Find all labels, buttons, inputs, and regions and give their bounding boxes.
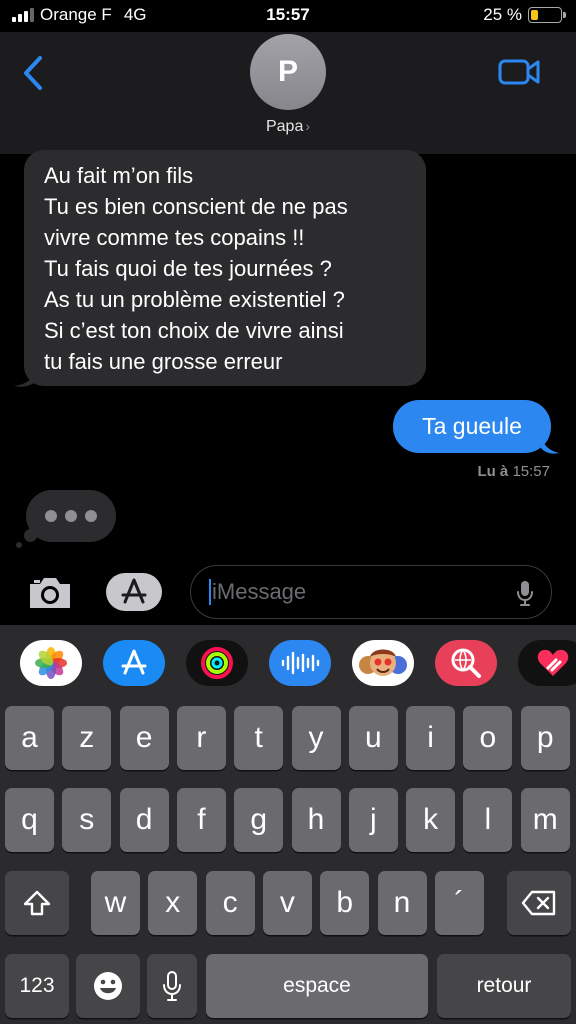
message-line: vivre comme tes copains !! bbox=[44, 225, 305, 250]
message-line: As tu un problème existentiel ? bbox=[44, 287, 345, 312]
battery-percent: 25 % bbox=[483, 5, 522, 24]
typing-dot bbox=[85, 510, 97, 522]
contact-avatar[interactable]: P bbox=[250, 34, 326, 110]
conversation-header: P Papa › bbox=[0, 32, 576, 154]
memoji-button[interactable] bbox=[352, 640, 414, 686]
app-store-icon bbox=[121, 578, 147, 604]
return-key[interactable]: retour bbox=[437, 954, 571, 1018]
key-m[interactable]: m bbox=[520, 788, 570, 852]
web-search-button[interactable] bbox=[435, 640, 497, 686]
read-time: 15:57 bbox=[512, 463, 550, 480]
keyboard: a z e r t y u i o p q s d f g h j k l m w x c v b n ´ 123 espace r… bbox=[0, 625, 576, 1024]
key-q[interactable]: q bbox=[5, 788, 54, 852]
key-k[interactable]: k bbox=[406, 788, 456, 852]
memoji-icon bbox=[359, 649, 407, 676]
key-h[interactable]: h bbox=[291, 788, 341, 852]
key-f[interactable]: f bbox=[176, 788, 226, 852]
camera-icon bbox=[30, 578, 70, 608]
facetime-button[interactable] bbox=[498, 58, 540, 91]
typing-dot bbox=[45, 510, 57, 522]
key-acute-accent[interactable]: ´ bbox=[434, 871, 484, 935]
web-search-icon bbox=[451, 648, 481, 678]
back-button[interactable] bbox=[18, 52, 54, 96]
key-n[interactable]: n bbox=[377, 871, 427, 935]
key-r[interactable]: r bbox=[176, 706, 226, 770]
input-placeholder: iMessage bbox=[212, 579, 307, 604]
key-w[interactable]: w bbox=[91, 871, 140, 935]
shift-icon bbox=[23, 890, 51, 916]
chevron-left-icon bbox=[24, 56, 42, 90]
key-j[interactable]: j bbox=[348, 788, 398, 852]
photos-app-button[interactable] bbox=[20, 640, 82, 686]
contact-name-button[interactable]: Papa › bbox=[0, 118, 576, 136]
emoji-key[interactable] bbox=[76, 954, 140, 1018]
message-line: Tu fais quoi de tes journées ? bbox=[44, 256, 332, 281]
key-a[interactable]: a bbox=[5, 706, 54, 770]
shift-key[interactable] bbox=[5, 871, 69, 935]
typing-indicator-tail bbox=[16, 542, 22, 548]
key-e[interactable]: e bbox=[119, 706, 169, 770]
microphone-icon bbox=[517, 581, 533, 606]
backspace-icon bbox=[521, 890, 556, 916]
key-c[interactable]: c bbox=[205, 871, 255, 935]
apps-button[interactable] bbox=[106, 573, 162, 611]
emoji-icon bbox=[94, 972, 122, 1000]
camera-button[interactable] bbox=[26, 574, 74, 617]
key-z[interactable]: z bbox=[62, 706, 112, 770]
contact-name: Papa bbox=[265, 118, 304, 135]
dictation-button[interactable] bbox=[515, 579, 535, 613]
key-d[interactable]: d bbox=[119, 788, 169, 852]
key-t[interactable]: t bbox=[234, 706, 284, 770]
app-drawer bbox=[0, 625, 576, 699]
photos-icon bbox=[35, 647, 67, 679]
app-store-button[interactable] bbox=[103, 640, 165, 686]
key-g[interactable]: g bbox=[234, 788, 284, 852]
key-v[interactable]: v bbox=[262, 871, 312, 935]
text-cursor bbox=[209, 579, 211, 605]
microphone-icon bbox=[163, 971, 181, 1001]
app-store-icon bbox=[121, 649, 147, 675]
key-o[interactable]: o bbox=[463, 706, 513, 770]
key-y[interactable]: y bbox=[291, 706, 341, 770]
key-s[interactable]: s bbox=[62, 788, 112, 852]
typing-indicator bbox=[26, 490, 116, 542]
message-line: tu fais une grosse erreur bbox=[44, 349, 283, 374]
key-x[interactable]: x bbox=[148, 871, 198, 935]
read-receipt: Lu à 15:57 bbox=[477, 463, 550, 480]
numbers-key[interactable]: 123 bbox=[5, 954, 69, 1018]
message-line: Au fait m’on fils bbox=[44, 163, 194, 188]
audio-message-icon bbox=[281, 651, 320, 675]
key-u[interactable]: u bbox=[348, 706, 398, 770]
incoming-message-bubble[interactable]: Au fait m’on fils Tu es bien conscient d… bbox=[14, 150, 426, 387]
bubble-tail bbox=[14, 368, 36, 387]
outgoing-message-bubble[interactable]: Ta gueule bbox=[393, 400, 559, 454]
bubble-tail bbox=[541, 434, 559, 454]
dictation-key[interactable] bbox=[147, 954, 197, 1018]
message-line: Tu es bien conscient de ne pas bbox=[44, 194, 348, 219]
key-p[interactable]: p bbox=[520, 706, 570, 770]
audio-message-button[interactable] bbox=[269, 640, 331, 686]
digital-touch-button[interactable] bbox=[518, 640, 576, 686]
activity-icon bbox=[201, 647, 233, 679]
key-l[interactable]: l bbox=[463, 788, 513, 852]
battery-icon bbox=[528, 7, 566, 23]
typing-dot bbox=[65, 510, 77, 522]
delete-key[interactable] bbox=[507, 871, 571, 935]
message-input[interactable]: iMessage bbox=[190, 565, 552, 619]
message-text: Ta gueule bbox=[422, 413, 522, 439]
message-line: Si c’est ton choix de vivre ainsi bbox=[44, 318, 344, 343]
status-bar: Orange F 4G 15:57 25 % bbox=[0, 0, 576, 32]
key-i[interactable]: i bbox=[406, 706, 456, 770]
activity-button[interactable] bbox=[186, 640, 248, 686]
read-label: Lu à bbox=[477, 463, 509, 480]
digital-touch-icon bbox=[537, 649, 569, 676]
space-key[interactable]: espace bbox=[206, 954, 428, 1018]
chevron-right-icon: › bbox=[305, 118, 311, 134]
key-b[interactable]: b bbox=[320, 871, 370, 935]
video-camera-icon bbox=[498, 59, 540, 85]
